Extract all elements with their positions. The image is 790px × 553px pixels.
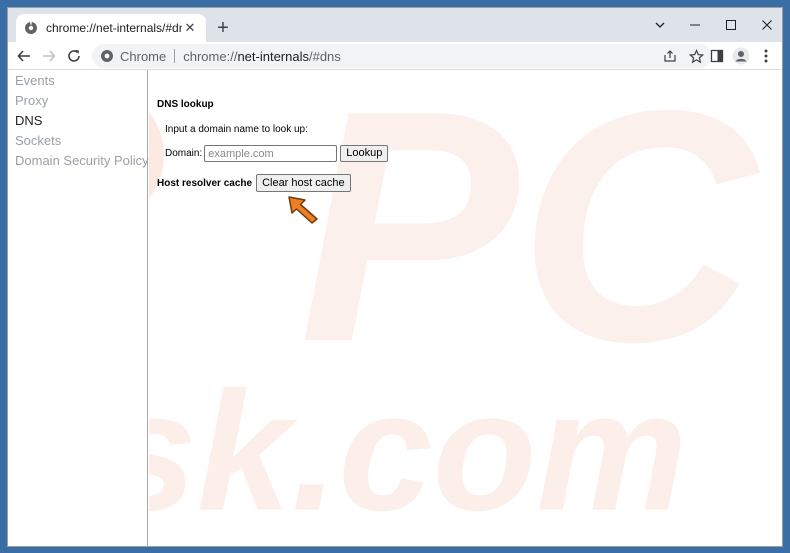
lookup-button[interactable]: Lookup <box>340 145 389 162</box>
sidebar-item-dns[interactable]: DNS <box>8 111 147 131</box>
site-name: Chrome <box>120 48 167 64</box>
back-arrow-icon[interactable] <box>12 44 36 68</box>
domain-label: Domain: <box>165 148 203 159</box>
url-scheme: chrome:// <box>183 48 238 64</box>
pcrisk-watermark: PC risk.com <box>149 70 761 546</box>
sidebar-item-sockets[interactable]: Sockets <box>8 131 147 151</box>
dns-lookup-prompt: Input a domain name to look up: <box>165 124 308 135</box>
tab-search-chevron-down-icon[interactable] <box>642 8 678 42</box>
sidebar-item-domain-security-policy[interactable]: Domain Security Policy <box>8 151 149 171</box>
host-resolver-cache-row: Host resolver cache Clear host cache <box>157 174 351 192</box>
omnibox-actions <box>660 44 706 68</box>
toolbar: Chrome chrome://net-internals/#dns <box>8 42 782 70</box>
domain-input[interactable] <box>204 145 338 162</box>
sidebar-nav: Events Proxy DNS Sockets Domain Security… <box>8 70 149 171</box>
new-tab-button[interactable]: + <box>212 17 234 39</box>
url-path: /#dns <box>308 48 341 64</box>
profile-avatar-icon[interactable] <box>729 44 753 68</box>
side-panel-icon[interactable] <box>705 44 729 68</box>
dns-panel: PC risk.com DNS lookup Input a domain na… <box>149 70 782 546</box>
forward-arrow-icon[interactable] <box>37 44 61 68</box>
url-text: chrome://net-internals/#dns <box>183 49 341 64</box>
page-content: Events Proxy DNS Sockets Domain Security… <box>8 70 782 546</box>
minimize-button[interactable] <box>677 8 713 42</box>
host-resolver-cache-label: Host resolver cache <box>157 177 253 189</box>
kebab-menu-icon[interactable] <box>754 44 778 68</box>
bookmark-star-icon[interactable] <box>686 46 706 66</box>
chrome-logo-icon <box>100 49 114 63</box>
chrome-settings-icon <box>24 21 38 35</box>
orange-arrow-pointer-icon <box>288 196 318 224</box>
net-internals-sidebar: Events Proxy DNS Sockets Domain Security… <box>8 70 149 546</box>
sidebar-item-proxy[interactable]: Proxy <box>8 91 147 111</box>
reload-icon[interactable] <box>62 44 86 68</box>
browser-window: chrome://net-internals/#dns ✕ + Chrome c… <box>7 7 783 547</box>
omnibox-divider <box>174 49 176 63</box>
watermark-bottom-text: risk.com <box>149 356 687 546</box>
domain-lookup-row: Domain: Lookup <box>165 145 389 162</box>
address-bar[interactable]: Chrome chrome://net-internals/#dns <box>92 44 712 68</box>
sidebar-item-events[interactable]: Events <box>8 71 147 91</box>
close-window-button[interactable] <box>749 8 782 42</box>
share-icon[interactable] <box>660 46 680 66</box>
tab-close-icon[interactable]: ✕ <box>182 20 198 36</box>
maximize-button[interactable] <box>713 8 749 42</box>
tab-strip: chrome://net-internals/#dns ✕ + <box>8 8 782 42</box>
watermark-top-text: PC <box>299 70 761 410</box>
tab-net-internals[interactable]: chrome://net-internals/#dns ✕ <box>16 14 206 42</box>
dns-lookup-heading: DNS lookup <box>157 99 214 110</box>
tab-title: chrome://net-internals/#dns <box>46 21 182 35</box>
clear-host-cache-button[interactable]: Clear host cache <box>256 174 351 192</box>
url-host: net-internals <box>237 48 309 64</box>
